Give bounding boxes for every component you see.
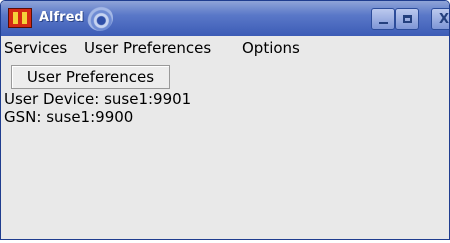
maximize-icon — [402, 15, 412, 23]
user-device-label: User Device: suse1:9901 — [4, 90, 192, 108]
app-window: Alfred X Services User Preferences Optio… — [0, 0, 450, 240]
maximize-button[interactable] — [395, 8, 419, 30]
user-preferences-button[interactable]: User Preferences — [11, 65, 170, 89]
minimize-button[interactable] — [371, 8, 395, 30]
window-title: Alfred — [39, 10, 84, 25]
alfred-app-icon[interactable] — [8, 8, 32, 28]
close-button[interactable]: X — [431, 8, 450, 30]
menu-services[interactable]: Services — [4, 39, 67, 57]
main-panel: User Preferences User Device: suse1:9901… — [1, 58, 449, 239]
desktop-swirl-icon — [87, 5, 113, 31]
gsn-label: GSN: suse1:9900 — [4, 108, 134, 126]
close-icon: X — [438, 11, 450, 27]
menu-bar: Services User Preferences Options — [1, 36, 449, 58]
menu-options[interactable]: Options — [242, 39, 300, 57]
minimize-icon — [378, 22, 388, 24]
menu-user-preferences[interactable]: User Preferences — [84, 39, 211, 57]
title-bar[interactable]: Alfred X — [1, 1, 449, 36]
